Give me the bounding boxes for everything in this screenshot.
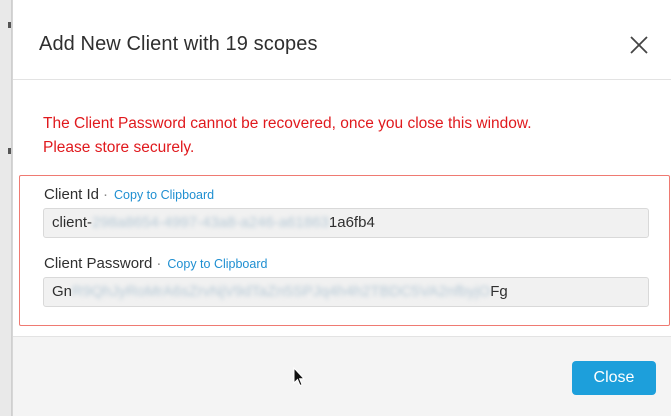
- client-password-label-row: Client Password · Copy to Clipboard: [44, 255, 267, 272]
- warning-line-1: The Client Password cannot be recovered,…: [43, 115, 532, 132]
- client-id-label-row: Client Id · Copy to Clipboard: [44, 186, 214, 203]
- dialog-footer: Close: [13, 336, 671, 416]
- client-id-label: Client Id: [44, 186, 100, 203]
- dialog-body: The Client Password cannot be recovered,…: [13, 80, 671, 336]
- client-id-suffix: 1a6fb4: [328, 214, 375, 231]
- password-warning: The Client Password cannot be recovered,…: [43, 112, 643, 160]
- mouse-pointer-icon: [293, 367, 305, 387]
- client-password-label: Client Password: [44, 255, 153, 272]
- copy-client-id-link[interactable]: Copy to Clipboard: [114, 188, 214, 202]
- dialog-header: Add New Client with 19 scopes: [13, 0, 671, 80]
- client-password-field[interactable]: GnR9QhJyRoMrA6sZrvNjV9dTaZn5SPJq4h4h2TBD…: [43, 277, 649, 307]
- close-icon[interactable]: [629, 35, 649, 55]
- separator-dot: ·: [103, 186, 109, 203]
- client-password-prefix: Gn: [52, 283, 73, 300]
- client-id-prefix: client-: [52, 214, 93, 231]
- client-password-obscured: R9QhJyRoMrA6sZrvNjV9dTaZn5SPJq4h4h2TBDC5…: [72, 283, 491, 300]
- separator-dot: ·: [156, 255, 162, 272]
- background-page-edge: [0, 0, 12, 416]
- dialog-title: Add New Client with 19 scopes: [39, 33, 318, 55]
- close-button[interactable]: Close: [572, 361, 656, 395]
- client-id-field[interactable]: client-298a8654-4997-43a8-a246-a618631a6…: [43, 208, 649, 238]
- add-client-dialog: Add New Client with 19 scopes The Client…: [12, 0, 671, 416]
- background-mark: [8, 148, 11, 154]
- client-id-obscured: 298a8654-4997-43a8-a246-a61863: [92, 214, 329, 231]
- background-mark: [8, 22, 11, 28]
- credentials-box: Client Id · Copy to Clipboard client-298a8…: [19, 175, 670, 326]
- screen: Add New Client with 19 scopes The Client…: [0, 0, 671, 416]
- warning-line-2: Please store securely.: [43, 139, 195, 156]
- copy-client-password-link[interactable]: Copy to Clipboard: [167, 257, 267, 271]
- client-password-suffix: Fg: [490, 283, 508, 300]
